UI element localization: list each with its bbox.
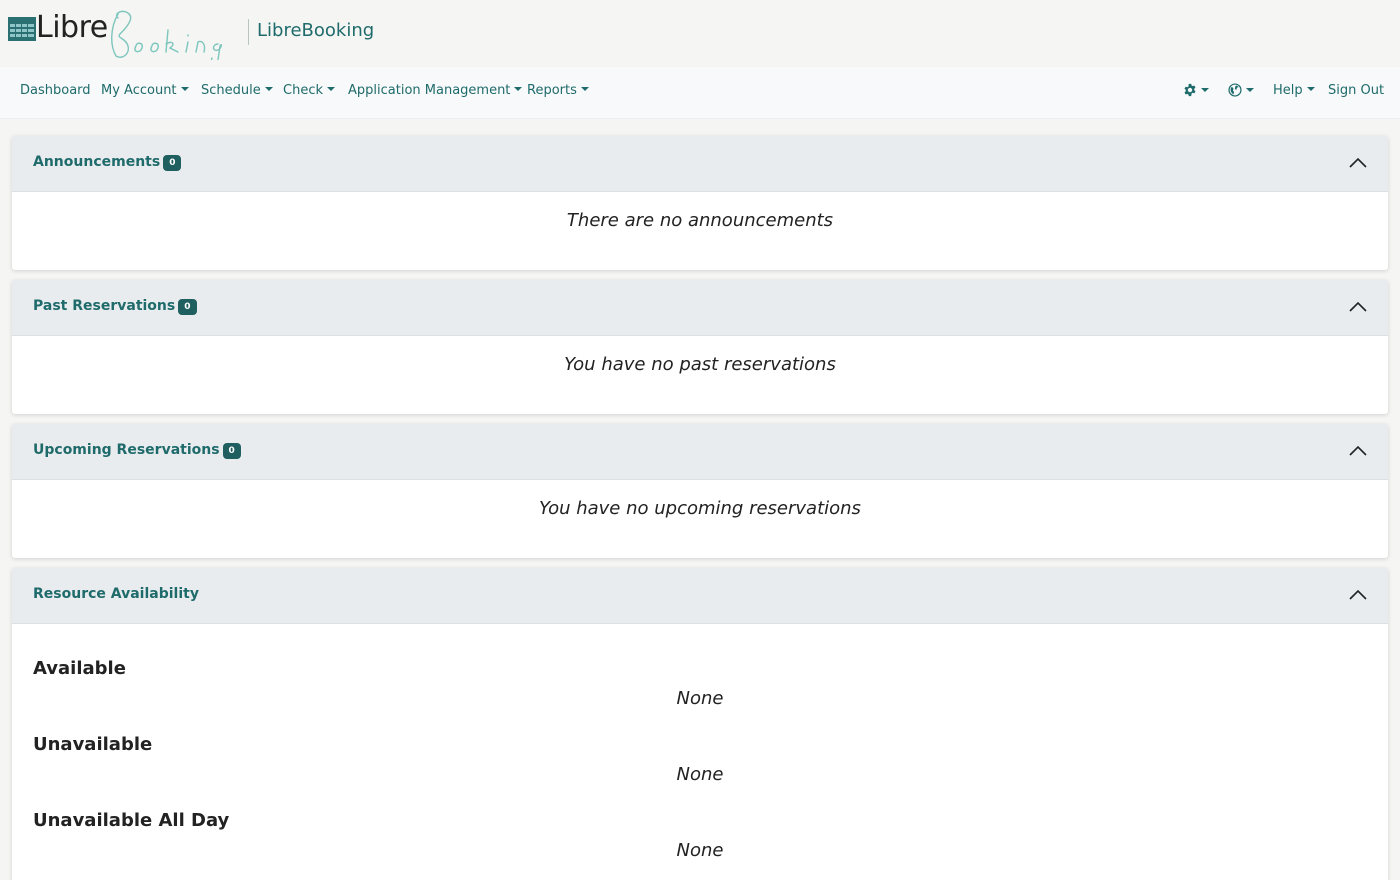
logo-libre-text: Libre — [36, 10, 108, 45]
calendar-grid-icon — [8, 17, 36, 41]
caret-down-icon — [1201, 88, 1209, 92]
announcements-header[interactable]: Announcements 0 — [12, 136, 1388, 192]
past-reservations-header[interactable]: Past Reservations 0 — [12, 280, 1388, 336]
nav-language[interactable] — [1228, 83, 1254, 99]
caret-down-icon — [514, 87, 523, 91]
available-heading: Available — [33, 658, 126, 679]
resource-availability-header[interactable]: Resource Availability — [12, 568, 1388, 624]
nav-help-label: Help — [1273, 83, 1303, 98]
upcoming-reservations-header[interactable]: Upcoming Reservations 0 — [12, 424, 1388, 480]
librebooking-logo[interactable]: Libre — [8, 6, 244, 62]
nav-my-account[interactable]: My Account — [101, 83, 189, 98]
unavailable-all-day-value: None — [676, 840, 724, 861]
caret-down-icon — [264, 87, 273, 91]
brand-name-link[interactable]: LibreBooking — [257, 20, 374, 41]
nav-dashboard[interactable]: Dashboard — [20, 83, 91, 98]
main-navbar: Dashboard My Account Schedule Check Appl… — [0, 67, 1400, 119]
nav-reports[interactable]: Reports — [527, 83, 589, 98]
nav-app-management-label: Application Management — [348, 83, 511, 98]
chevron-up-icon[interactable] — [1348, 300, 1368, 314]
past-reservations-count-badge: 0 — [178, 299, 197, 315]
upcoming-reservations-count-badge: 0 — [222, 443, 241, 459]
unavailable-heading: Unavailable — [33, 734, 153, 755]
announcements-title: Announcements 0 — [33, 154, 182, 171]
resource-availability-title: Resource Availability — [33, 586, 199, 602]
gear-icon — [1184, 83, 1196, 97]
nav-application-management[interactable]: Application Management — [348, 83, 523, 98]
caret-down-icon — [1306, 87, 1315, 91]
upcoming-reservations-title-text: Upcoming Reservations — [33, 442, 220, 458]
nav-sign-out[interactable]: Sign Out — [1328, 83, 1384, 98]
caret-down-icon — [327, 87, 335, 91]
announcements-count-badge: 0 — [163, 155, 182, 171]
upcoming-reservations-title: Upcoming Reservations 0 — [33, 442, 241, 459]
available-value: None — [676, 688, 724, 709]
announcements-empty-message: There are no announcements — [566, 210, 834, 231]
nav-help[interactable]: Help — [1273, 83, 1315, 98]
past-reservations-title-text: Past Reservations — [33, 298, 176, 314]
unavailable-all-day-heading: Unavailable All Day — [33, 810, 230, 831]
nav-schedule[interactable]: Schedule — [201, 83, 273, 98]
announcements-card: Announcements 0 There are no announcement… — [12, 136, 1388, 270]
resource-availability-card: Resource Availability Available None Una… — [12, 568, 1388, 880]
chevron-up-icon[interactable] — [1348, 156, 1368, 170]
nav-check-label: Check — [283, 83, 323, 98]
caret-down-icon — [580, 87, 589, 91]
unavailable-value: None — [676, 764, 724, 785]
caret-down-icon — [1246, 88, 1254, 92]
globe-icon — [1228, 83, 1242, 97]
past-reservations-title: Past Reservations 0 — [33, 298, 197, 315]
caret-down-icon — [180, 87, 189, 91]
chevron-up-icon[interactable] — [1348, 444, 1368, 458]
nav-reports-label: Reports — [527, 83, 577, 98]
past-reservations-card: Past Reservations 0 You have no past rese… — [12, 280, 1388, 414]
upcoming-reservations-card: Upcoming Reservations 0 You have no upcom… — [12, 424, 1388, 558]
upcoming-reservations-empty-message: You have no upcoming reservations — [539, 498, 861, 519]
announcements-title-text: Announcements — [33, 154, 161, 170]
nav-my-account-label: My Account — [101, 83, 177, 98]
nav-settings[interactable] — [1183, 83, 1209, 99]
past-reservations-empty-message: You have no past reservations — [564, 354, 836, 375]
brand-divider — [248, 19, 249, 45]
nav-check[interactable]: Check — [283, 83, 335, 98]
logo-booking-script — [111, 10, 222, 60]
top-bar: Libre LibreBooking — [0, 0, 1400, 67]
chevron-up-icon[interactable] — [1348, 588, 1368, 602]
nav-schedule-label: Schedule — [201, 83, 261, 98]
